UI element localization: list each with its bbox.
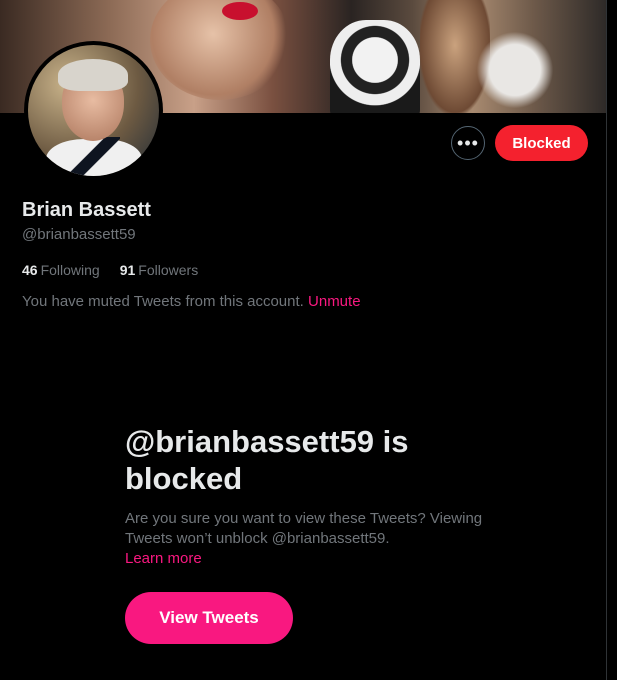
more-horizontal-icon: ••• <box>457 132 479 153</box>
display-name: Brian Bassett <box>22 199 151 221</box>
following-link[interactable]: 46 Following <box>22 262 100 278</box>
muted-notice-text: You have muted Tweets from this account. <box>22 293 304 310</box>
blocked-description: Are you sure you want to view these Twee… <box>125 509 485 569</box>
followers-label: Followers <box>138 262 199 278</box>
more-options-button[interactable]: ••• <box>451 126 485 160</box>
banner-photo-element <box>150 0 290 100</box>
blocked-button[interactable]: Blocked <box>495 125 588 161</box>
learn-more-link[interactable]: Learn more <box>125 549 485 569</box>
following-count: 46 <box>22 262 38 278</box>
banner-photo-element <box>470 25 560 113</box>
banner-photo-element <box>330 20 420 113</box>
banner-photo-element <box>222 2 258 20</box>
avatar[interactable] <box>24 41 163 180</box>
view-tweets-button[interactable]: View Tweets <box>125 592 293 644</box>
scrollbar[interactable] <box>607 0 617 680</box>
followers-count: 91 <box>119 262 136 278</box>
follow-stats: 46 Following 91 Followers <box>22 262 198 278</box>
profile-page: ••• Blocked Brian Bassett @brianbassett5… <box>0 0 607 680</box>
avatar-photo <box>28 45 159 176</box>
blocked-description-text: Are you sure you want to view these Twee… <box>125 510 483 547</box>
user-handle: @brianbassett59 <box>22 226 136 243</box>
blocked-notice: @brianbassett59 is blocked Are you sure … <box>125 423 485 569</box>
followers-link[interactable]: 91 Followers <box>120 262 198 278</box>
avatar-photo-element <box>68 137 120 176</box>
blocked-title: @brianbassett59 is blocked <box>125 424 409 496</box>
unmute-link[interactable]: Unmute <box>308 293 361 310</box>
following-label: Following <box>40 262 100 278</box>
muted-notice: You have muted Tweets from this account.… <box>22 293 361 310</box>
avatar-photo-element <box>58 59 128 91</box>
